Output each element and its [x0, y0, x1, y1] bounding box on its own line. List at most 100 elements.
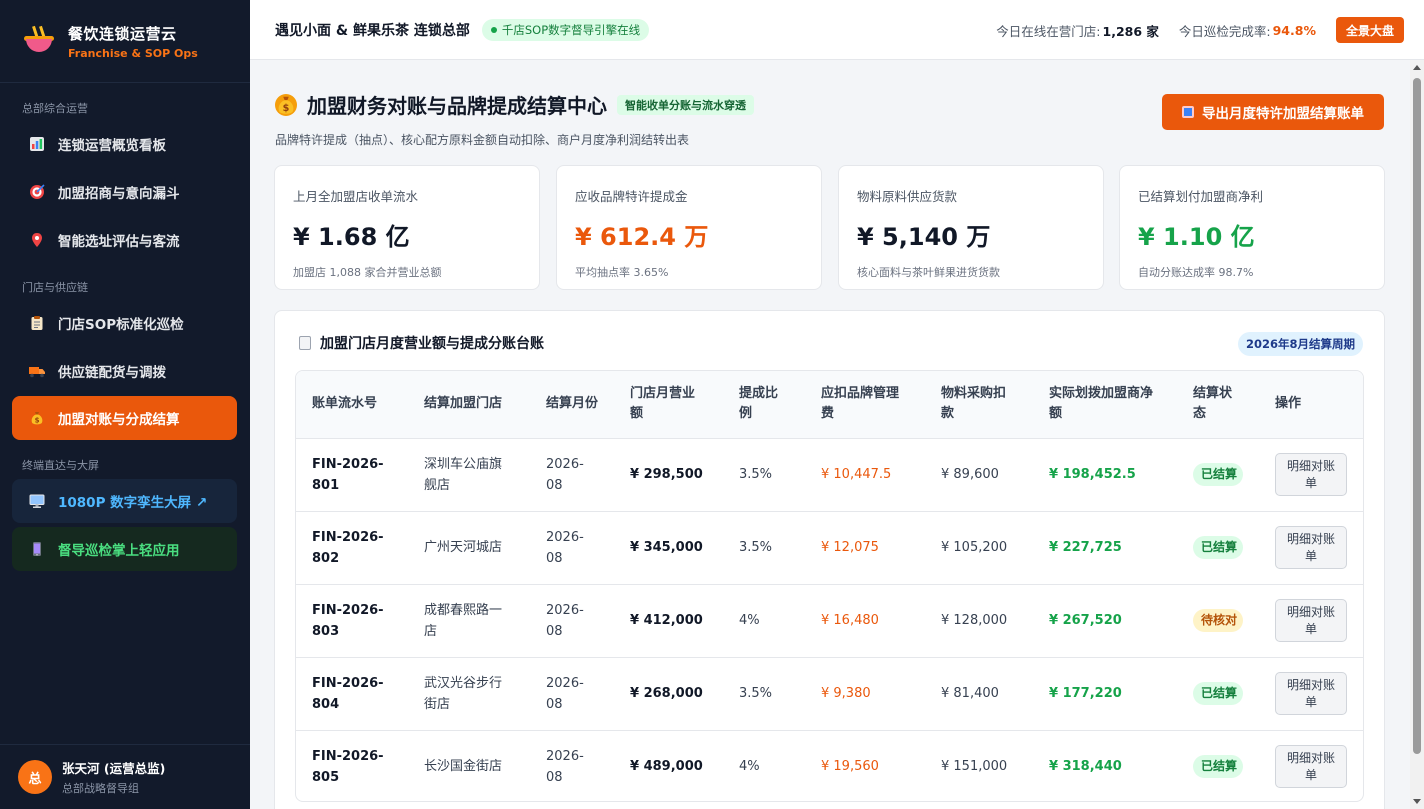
phone-icon [28, 540, 46, 558]
scroll-down-arrow-icon[interactable] [1413, 799, 1421, 804]
royalty-rate: 3.5% [739, 467, 773, 482]
patrol-rate-label: 今日巡检完成率: [1178, 23, 1271, 39]
column-header: 结算加盟门店 [408, 371, 530, 439]
kpi-label: 应收品牌特许提成金 [575, 189, 688, 204]
avatar: 总 [18, 760, 52, 794]
monthly-revenue: ¥ 268,000 [630, 686, 703, 701]
kpi-card-revenue: 上月全加盟店收单流水 ¥ 1.68 亿 加盟店 1,088 家合并营业总额 [274, 165, 540, 290]
sidebar: 餐饮连锁运营云 Franchise & SOP Ops 总部综合运营 连锁运营概… [0, 0, 250, 809]
statement-detail-button[interactable]: 明细对账单 [1275, 599, 1347, 642]
table-row: FIN-2026-805 长沙国金街店 2026-08 ¥ 489,000 4%… [296, 730, 1363, 801]
page-title-badge: 智能收单分账与流水穿透 [617, 94, 754, 115]
column-header: 门店月营业额 [614, 371, 723, 439]
engine-status-text: 千店SOP数字督导引擎在线 [501, 22, 641, 37]
column-header: 账单流水号 [296, 371, 408, 439]
bill-id: FIN-2026-805 [312, 748, 384, 785]
sidebar-item-label: 加盟招商与意向漏斗 [58, 186, 180, 202]
royalty-rate: 4% [739, 613, 760, 628]
action-cell: 明细对账单 [1259, 438, 1363, 511]
sidebar-item-overview[interactable]: 连锁运营概览看板 [12, 122, 237, 166]
column-header: 结算状态 [1177, 371, 1259, 439]
table-header-row: 账单流水号 结算加盟门店 结算月份 门店月营业额 提成比例 应扣品牌管理费 物料… [296, 371, 1363, 439]
statement-detail-button[interactable]: 明细对账单 [1275, 526, 1347, 569]
brand-fee: ¥ 9,380 [821, 686, 871, 701]
royalty-rate: 4% [739, 759, 760, 774]
kpi-card-net-profit: 已结算划付加盟商净利 ¥ 1.10 亿 自动分账达成率 98.7% [1119, 165, 1385, 290]
store-name: 深圳车公庙旗舰店 [424, 456, 503, 493]
statement-detail-button[interactable]: 明细对账单 [1275, 453, 1347, 496]
map-pin-icon [28, 231, 46, 249]
clipboard-icon [28, 314, 46, 332]
page-title: 加盟财务对账与品牌提成结算中心 [307, 94, 607, 118]
table-row: FIN-2026-801 深圳车公庙旗舰店 2026-08 ¥ 298,500 … [296, 438, 1363, 511]
monthly-revenue: ¥ 298,500 [630, 467, 703, 482]
online-dot-icon [490, 26, 497, 33]
bill-id: FIN-2026-803 [312, 602, 384, 639]
online-stores-label: 今日在线在营门店: [996, 23, 1101, 39]
scrollbar-thumb[interactable] [1413, 78, 1421, 754]
action-cell: 明细对账单 [1259, 730, 1363, 801]
net-payout: ¥ 198,452.5 [1049, 467, 1136, 482]
export-icon [1182, 106, 1194, 118]
store-name: 武汉光谷步行街店 [424, 675, 503, 712]
kpi-label: 物料原料供应货款 [857, 189, 958, 204]
settlement-ledger: 加盟门店月度营业额与提成分账台账 2026年8月结算周期 账单流水号 结算加盟门… [274, 310, 1385, 809]
sidebar-item-digital-twin-screen[interactable]: 1080P 数字孪生大屏 ↗ [12, 479, 237, 523]
sidebar-item-franchise-funnel[interactable]: 加盟招商与意向漏斗 [12, 170, 237, 214]
svg-text:$: $ [35, 417, 40, 425]
statement-detail-button[interactable]: 明细对账单 [1275, 745, 1347, 788]
engine-status-badge: 千店SOP数字督导引擎在线 [481, 18, 650, 41]
main-scrollbar[interactable] [1410, 60, 1424, 809]
kpi-note: 平均抽点率 3.65% [575, 266, 669, 279]
sidebar-item-sop-inspection[interactable]: 门店SOP标准化巡检 [12, 301, 237, 345]
royalty-rate: 3.5% [739, 540, 773, 555]
user-name: 张天河 (运营总监) [62, 761, 166, 776]
page-header: $ 加盟财务对账与品牌提成结算中心 智能收单分账与流水穿透 品牌特许提成（抽点）… [275, 90, 754, 148]
sidebar-item-mobile-app[interactable]: 督导巡检掌上轻应用 [12, 527, 237, 571]
document-icon [299, 336, 311, 350]
brand-subtitle: Franchise & SOP Ops [68, 46, 198, 60]
material-deduction: ¥ 105,200 [941, 540, 1008, 555]
header-metrics: 今日在线在营门店: 1,286 家 今日巡检完成率: 94.8% 全景大盘 [996, 0, 1404, 60]
svg-text:$: $ [283, 103, 290, 114]
noodle-bowl-icon [24, 25, 54, 56]
sidebar-item-settlement[interactable]: $ 加盟对账与分成结算 [12, 396, 237, 440]
status-cell: 待核对 [1177, 584, 1259, 657]
sidebar-item-label: 加盟对账与分成结算 [58, 412, 180, 428]
net-payout: ¥ 177,220 [1049, 686, 1122, 701]
kpi-label: 上月全加盟店收单流水 [293, 189, 419, 204]
material-deduction: ¥ 128,000 [941, 613, 1008, 628]
column-header: 提成比例 [723, 371, 805, 439]
settlement-period-badge: 2026年8月结算周期 [1237, 332, 1363, 356]
truck-icon [28, 362, 46, 380]
net-payout: ¥ 267,520 [1049, 613, 1122, 628]
panorama-dashboard-button[interactable]: 全景大盘 [1335, 17, 1404, 43]
net-payout: ¥ 227,725 [1049, 540, 1122, 555]
status-badge: 已结算 [1193, 463, 1243, 486]
main-content: $ 加盟财务对账与品牌提成结算中心 智能收单分账与流水穿透 品牌特许提成（抽点）… [250, 60, 1410, 809]
brand[interactable]: 餐饮连锁运营云 Franchise & SOP Ops [0, 0, 250, 83]
status-cell: 已结算 [1177, 657, 1259, 730]
sidebar-item-site-selection[interactable]: 智能选址评估与客流 [12, 218, 237, 262]
export-monthly-statement-button[interactable]: 导出月度特许加盟结算账单 [1162, 94, 1384, 130]
settlement-month: 2026-08 [546, 602, 584, 639]
action-cell: 明细对账单 [1259, 584, 1363, 657]
kpi-note: 加盟店 1,088 家合并营业总额 [293, 266, 442, 279]
online-stores-value: 1,286 家 [1102, 23, 1159, 39]
kpi-label: 已结算划付加盟商净利 [1138, 189, 1264, 204]
kpi-card-materials: 物料原料供应货款 ¥ 5,140 万 核心面料与茶叶鲜果进货货款 [838, 165, 1104, 290]
user-profile[interactable]: 总 张天河 (运营总监) 总部战略督导组 [0, 744, 250, 809]
kpi-note: 自动分账达成率 98.7% [1138, 266, 1254, 279]
settlement-month: 2026-08 [546, 675, 584, 712]
bill-id: FIN-2026-804 [312, 675, 384, 712]
column-header: 物料采购扣款 [925, 371, 1033, 439]
statement-detail-button[interactable]: 明细对账单 [1275, 672, 1347, 715]
monthly-revenue: ¥ 412,000 [630, 613, 703, 628]
scroll-up-arrow-icon[interactable] [1413, 65, 1421, 70]
money-bag-icon: $ [28, 409, 46, 427]
ledger-title: 加盟门店月度营业额与提成分账台账 [320, 336, 544, 352]
table-row: FIN-2026-803 成都春熙路一店 2026-08 ¥ 412,000 4… [296, 584, 1363, 657]
sidebar-item-supply-chain[interactable]: 供应链配货与调拨 [12, 349, 237, 393]
kpi-value: ¥ 1.68 亿 [293, 223, 410, 251]
monthly-revenue: ¥ 489,000 [630, 759, 703, 774]
